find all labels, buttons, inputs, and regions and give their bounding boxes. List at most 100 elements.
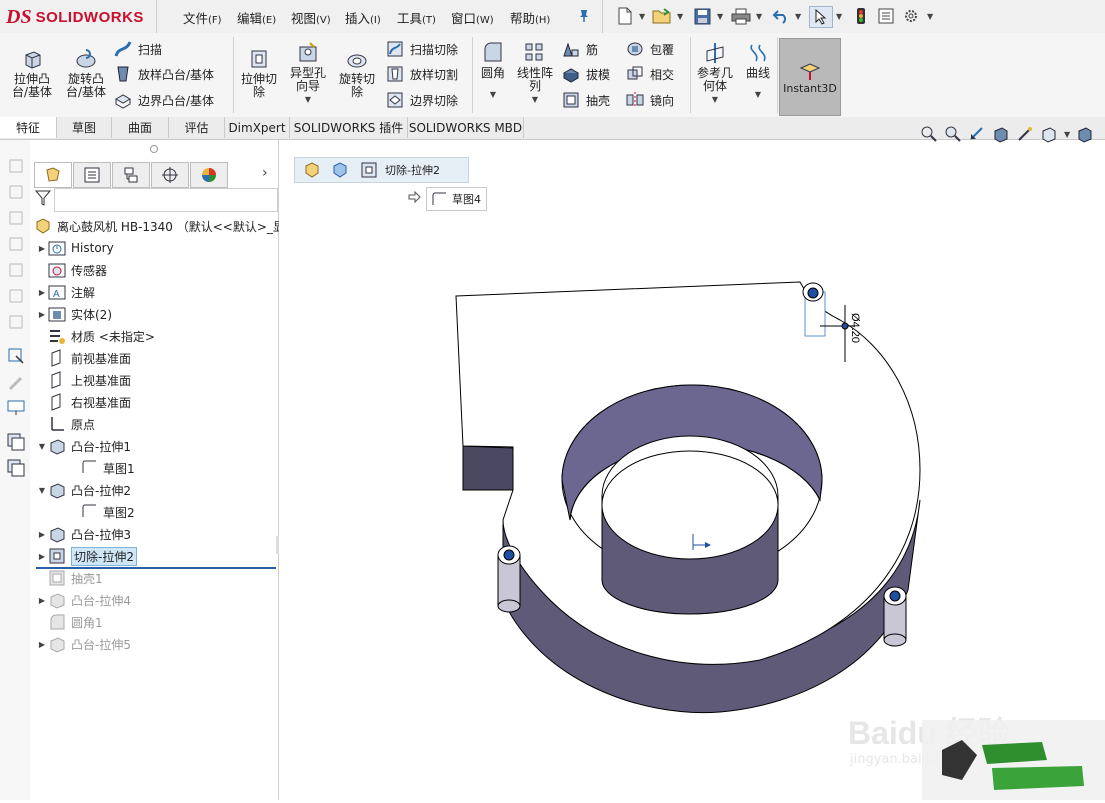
chevron-down-icon[interactable]: ▼ [1064,130,1070,139]
tree-item-material[interactable]: 材质 <未指定> [36,325,155,347]
chevron-right-icon[interactable]: ▶ [36,530,48,539]
chevron-right-icon[interactable]: ▶ [36,596,48,605]
menu-tools[interactable]: 工具(T) [397,8,436,27]
tab-evaluate[interactable]: 评估 [169,117,225,138]
chevron-down-icon[interactable]: ▼ [532,93,538,106]
tree-item-sensors[interactable]: 传感器 [36,259,107,281]
shell-button[interactable]: 抽壳 [562,88,610,112]
tab-property-manager[interactable] [73,162,111,188]
extrude-cut-button[interactable]: 拉伸切除 [236,47,282,99]
chevron-right-icon[interactable]: ▶ [36,640,48,649]
chevron-down-icon[interactable]: ▼ [795,12,801,21]
tab-feature-tree[interactable] [34,162,72,188]
print-icon[interactable] [730,6,752,26]
chevron-down-icon[interactable]: ▼ [490,88,496,101]
tab-dimxpert[interactable]: DimXpert [225,117,290,138]
tab-configuration-manager[interactable] [112,162,150,188]
edit-icon[interactable] [6,372,26,392]
tree-item-boss-extrude4[interactable]: ▶ 凸台-拉伸4 [36,589,131,611]
tree-item-front-plane[interactable]: 前视基准面 [36,347,131,369]
chevron-right-icon[interactable]: ▶ [36,552,48,561]
tree-item-solid-bodies[interactable]: ▶ 实体(2) [36,303,112,325]
tab-solidworks-addins[interactable]: SOLIDWORKS 插件 [290,117,408,138]
chevron-down-icon[interactable]: ▼ [677,12,683,21]
chevron-down-icon[interactable]: ▼ [639,12,645,21]
tree-item-boss-extrude5[interactable]: ▶ 凸台-拉伸5 [36,633,131,655]
save-icon[interactable] [691,6,713,26]
select-pointer-icon[interactable] [809,6,833,28]
copy-icon[interactable] [6,458,26,478]
swept-cut-button[interactable]: 扫描切除 [386,37,458,61]
chevron-down-icon[interactable]: ▼ [927,12,933,21]
menu-file[interactable]: 文件(F) [183,8,222,27]
solidworks-logo[interactable]: DS SOLIDWORKS [6,4,156,30]
cube-icon[interactable] [6,234,26,254]
instant3d-button[interactable]: Instant3D [779,38,841,116]
traffic-light-icon[interactable] [850,6,872,26]
view-palette-icon[interactable] [6,432,26,452]
new-document-icon[interactable] [614,6,636,26]
cube-icon[interactable] [6,182,26,202]
hole-wizard-button[interactable]: 异型孔向导 ▼ [286,41,330,106]
tree-item-shell1[interactable]: 抽壳1 [36,567,103,589]
undo-icon[interactable] [770,6,792,26]
draft-button[interactable]: 拔模 [562,62,610,86]
cube-icon[interactable] [6,260,26,280]
tree-item-fillet1[interactable]: 圆角1 [36,611,103,633]
menu-edit[interactable]: 编辑(E) [237,8,276,27]
rib-button[interactable]: 筋 [562,37,598,61]
fillet-button[interactable]: 圆角 ▼ [476,41,510,101]
panel-grip-icon[interactable] [150,145,158,153]
sweep-button[interactable]: 扫描 [114,37,162,61]
extrude-boss-button[interactable]: 拉伸凸台/基体 [8,47,56,99]
linear-pattern-button[interactable]: 线性阵列 ▼ [514,41,556,106]
chevron-down-icon[interactable]: ▼ [712,93,718,106]
tree-item-boss-extrude1[interactable]: ▼ 凸台-拉伸1 [36,435,131,457]
boundary-cut-button[interactable]: 边界切除 [386,88,458,112]
cube-icon[interactable] [6,312,26,332]
gear-icon[interactable] [900,6,922,26]
tree-item-history[interactable]: ▶ History [36,237,114,259]
cube-icon[interactable] [6,208,26,228]
revolve-cut-button[interactable]: 旋转切除 [334,47,380,99]
tree-filter-input[interactable] [54,188,278,212]
chevron-down-icon[interactable]: ▼ [717,12,723,21]
menu-window[interactable]: 窗口(W) [451,8,494,27]
model-3d-view[interactable]: Ø4.20 [279,140,1105,800]
revolve-boss-button[interactable]: 旋转凸台/基体 [62,47,110,99]
pin-icon[interactable] [573,6,595,26]
tree-item-right-plane[interactable]: 右视基准面 [36,391,131,413]
chevron-right-icon[interactable]: ▶ [36,244,48,253]
tab-dimxpert-manager[interactable] [151,162,189,188]
select-icon[interactable] [6,346,26,366]
tree-item-boss-extrude3[interactable]: ▶ 凸台-拉伸3 [36,523,131,545]
chevron-right-icon[interactable]: ▶ [36,288,48,297]
chevron-down-icon[interactable]: ▼ [36,442,48,451]
chevron-down-icon[interactable]: ▼ [755,88,761,101]
tree-item-cut-extrude2[interactable]: ▶ 切除-拉伸2 [36,545,137,567]
filter-icon[interactable] [34,189,54,209]
chevron-down-icon[interactable]: ▼ [36,486,48,495]
tree-item-top-plane[interactable]: 上视基准面 [36,369,131,391]
chevron-down-icon[interactable]: ▼ [756,12,762,21]
chevron-right-icon[interactable]: ▶ [36,310,48,319]
wrap-button[interactable]: 包覆 [626,37,674,61]
chevron-right-icon[interactable]: › [262,165,268,181]
cube-icon[interactable] [6,286,26,306]
tree-item-boss-extrude2[interactable]: ▼ 凸台-拉伸2 [36,479,131,501]
tree-item-origin[interactable]: 原点 [36,413,95,435]
curves-button[interactable]: 曲线 ▼ [740,41,776,101]
tree-item-sketch1[interactable]: 草图1 [80,457,135,479]
open-document-icon[interactable] [651,6,673,26]
tab-features[interactable]: 特征 [0,117,57,138]
loft-boss-button[interactable]: 放样凸台/基体 [114,62,214,86]
menu-insert[interactable]: 插入(I) [345,8,381,27]
tree-root-part[interactable]: 离心鼓风机 HB-1340 （默认<<默认>_显 [34,215,285,237]
reference-geometry-button[interactable]: 参考几何体 ▼ [694,41,736,106]
cube-icon[interactable] [6,156,26,176]
chevron-down-icon[interactable]: ▼ [836,12,842,21]
chevron-down-icon[interactable]: ▼ [305,93,311,106]
lofted-cut-button[interactable]: 放样切割 [386,62,458,86]
monitor-icon[interactable] [6,398,26,418]
boundary-boss-button[interactable]: 边界凸台/基体 [114,88,214,112]
